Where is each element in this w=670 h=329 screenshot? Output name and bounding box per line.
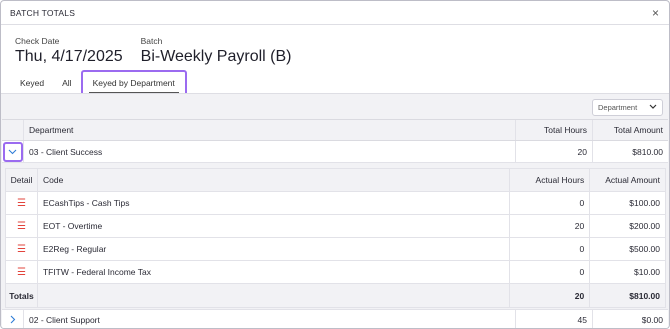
dialog-title: BATCH TOTALS xyxy=(10,7,76,18)
detail-hours: 0 xyxy=(510,192,591,214)
detail-row: ☰ E2Reg - Regular 0 $500.00 xyxy=(6,238,665,261)
detail-code: EOT - Overtime xyxy=(38,215,511,237)
dialog-titlebar: BATCH TOTALS × xyxy=(1,1,669,25)
totals-amount: $810.00 xyxy=(629,290,660,301)
check-date-value: Thu, 4/17/2025 xyxy=(15,48,123,65)
detail-row: ☰ ECashTips - Cash Tips 0 $100.00 xyxy=(6,192,665,215)
batch-header: Check Date Thu, 4/17/2025 Batch Bi-Weekl… xyxy=(15,36,309,66)
column-header-detail[interactable]: Detail xyxy=(6,169,38,191)
chevron-down-icon xyxy=(649,103,657,112)
batch-value: Bi-Weekly Payroll (B) xyxy=(140,48,292,65)
department-name: 03 - Client Success xyxy=(24,141,516,162)
column-header-code[interactable]: Code xyxy=(38,169,511,191)
chevron-down-icon xyxy=(8,149,17,154)
detail-table-header: Detail Code Actual Hours Actual Amount xyxy=(6,169,665,192)
column-header-total-hours[interactable]: Total Hours xyxy=(516,120,593,140)
batch-label: Batch xyxy=(140,36,163,46)
list-icon[interactable]: ☰ xyxy=(17,244,26,255)
table-row: 03 - Client Success 20 $810.00 xyxy=(2,141,668,163)
chevron-right-icon[interactable] xyxy=(10,315,16,326)
view-tabs: Keyed All Keyed by Department xyxy=(11,69,187,97)
total-hours: 20 xyxy=(516,141,593,162)
check-date-block: Check Date Thu, 4/17/2025 xyxy=(15,36,123,66)
close-icon[interactable]: × xyxy=(652,7,659,19)
batch-totals-dialog: BATCH TOTALS × Check Date Thu, 4/17/2025… xyxy=(0,0,670,329)
detail-code: ECashTips - Cash Tips xyxy=(38,192,511,214)
check-date-label: Check Date xyxy=(15,36,60,46)
detail-row: ☰ EOT - Overtime 20 $200.00 xyxy=(6,215,665,238)
detail-row: ☰ TFITW - Federal Income Tax 0 $10.00 xyxy=(6,261,665,284)
column-header-actual-amount[interactable]: Actual Amount xyxy=(590,169,665,191)
tab-keyed[interactable]: Keyed xyxy=(11,71,53,95)
list-icon[interactable]: ☰ xyxy=(17,221,26,232)
detail-amount: $100.00 xyxy=(629,198,661,208)
department-totals-panel: Department Department Total Hours Total … xyxy=(1,93,669,328)
table-row: 02 - Client Support 45 $0.00 xyxy=(2,309,668,328)
detail-table: Detail Code Actual Hours Actual Amount ☰… xyxy=(5,168,666,308)
detail-amount: $200.00 xyxy=(629,221,661,231)
list-icon[interactable]: ☰ xyxy=(17,198,26,209)
group-by-value: Department xyxy=(598,103,638,112)
batch-block: Batch Bi-Weekly Payroll (B) xyxy=(141,36,292,66)
group-by-dropdown[interactable]: Department xyxy=(592,99,663,116)
totals-label: Totals xyxy=(6,284,38,307)
detail-hours: 0 xyxy=(510,261,591,283)
detail-code: TFITW - Federal Income Tax xyxy=(38,261,511,283)
column-header-department[interactable]: Department xyxy=(24,120,516,140)
column-header-total-amount[interactable]: Total Amount xyxy=(593,120,668,140)
department-table-header: Department Total Hours Total Amount xyxy=(2,119,668,141)
total-hours: 45 xyxy=(516,310,593,328)
total-amount: $810.00 xyxy=(632,146,663,157)
detail-hours: 20 xyxy=(510,215,591,237)
total-amount: $0.00 xyxy=(641,315,663,325)
detail-amount: $10.00 xyxy=(634,267,661,277)
list-icon[interactable]: ☰ xyxy=(17,267,26,278)
totals-hours: 20 xyxy=(510,284,591,307)
detail-amount: $500.00 xyxy=(629,244,661,254)
tab-all[interactable]: All xyxy=(53,71,80,95)
department-name: 02 - Client Support xyxy=(24,310,516,328)
tab-keyed-by-department-label: Keyed by Department xyxy=(88,77,179,93)
totals-row: Totals 20 $810.00 xyxy=(6,284,665,307)
expand-toggle-button[interactable] xyxy=(2,141,23,162)
detail-hours: 0 xyxy=(510,238,591,260)
column-header-actual-hours[interactable]: Actual Hours xyxy=(510,169,591,191)
detail-code: E2Reg - Regular xyxy=(38,238,511,260)
